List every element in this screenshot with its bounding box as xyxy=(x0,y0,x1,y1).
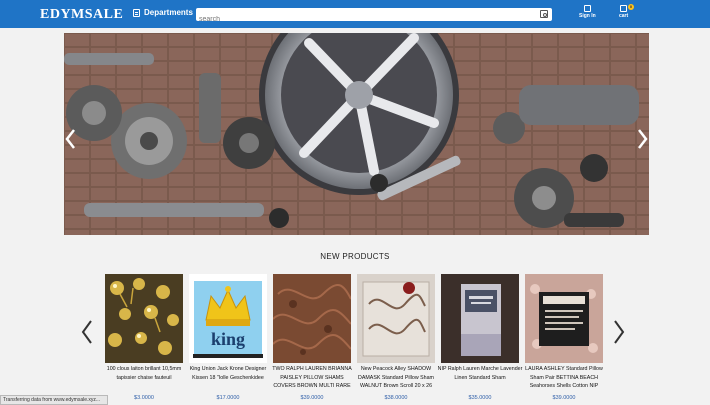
product-name[interactable]: 100 clous laiton brillant 10,5mm tapissi… xyxy=(101,365,187,382)
cart-label: cart xyxy=(619,13,629,19)
carousel-prev-arrow[interactable] xyxy=(80,319,94,345)
browser-status-bar: Transferring data from www.edymsale.xyz.… xyxy=(0,395,108,405)
product-name[interactable]: NIP Ralph Lauren Marche Lavender Linen S… xyxy=(437,365,523,382)
product-price: $35.0000 xyxy=(468,395,492,401)
product-price: $3.0000 xyxy=(134,395,154,401)
departments-icon xyxy=(133,8,140,17)
search-input[interactable] xyxy=(196,13,526,26)
product-price: $39.0000 xyxy=(300,395,324,401)
product-card[interactable]: New Peacock Alley SHADOW DAMASK Standard… xyxy=(357,274,437,405)
hero-prev-arrow[interactable] xyxy=(64,128,78,150)
cart-icon xyxy=(620,5,628,12)
carousel-next-arrow[interactable] xyxy=(612,319,626,345)
sign-in-label: Sign In xyxy=(579,13,596,19)
section-title: NEW PRODUCTS xyxy=(320,252,390,261)
product-card[interactable]: LAURA ASHLEY Standard Pillow Sham Pair B… xyxy=(525,274,605,405)
product-image[interactable] xyxy=(357,274,435,363)
product-image[interactable]: king xyxy=(189,274,267,363)
product-image[interactable] xyxy=(441,274,519,363)
product-name[interactable]: LAURA ASHLEY Standard Pillow Sham Pair B… xyxy=(521,365,607,391)
site-logo[interactable]: EDYMSALE xyxy=(40,7,123,23)
product-card[interactable]: NIP Ralph Lauren Marche Lavender Linen S… xyxy=(438,274,522,405)
product-name[interactable]: King Union Jack Krone Designer Kissen 18… xyxy=(185,365,271,382)
product-price: $39.0000 xyxy=(552,395,576,401)
product-image[interactable] xyxy=(105,274,183,363)
product-price: $17.0000 xyxy=(216,395,240,401)
cart-button[interactable]: 0 cart xyxy=(619,4,634,19)
product-image[interactable] xyxy=(525,274,603,363)
sign-in-button[interactable]: Sign In xyxy=(579,5,596,19)
product-card[interactable]: king King Union Jack Krone Designer Kiss… xyxy=(189,274,269,405)
product-card[interactable]: 100 clous laiton brillant 10,5mm tapissi… xyxy=(105,274,185,405)
cart-count-badge: 0 xyxy=(628,4,634,10)
user-icon xyxy=(583,5,591,12)
hero-next-arrow[interactable] xyxy=(635,128,649,150)
hero-banner-image[interactable] xyxy=(64,33,649,235)
product-name[interactable]: New Peacock Alley SHADOW DAMASK Standard… xyxy=(353,365,439,391)
svg-text:king: king xyxy=(211,329,245,349)
departments-menu-button[interactable]: Departments xyxy=(133,8,193,17)
product-image[interactable] xyxy=(273,274,351,363)
departments-label: Departments xyxy=(144,8,193,17)
search-icon[interactable] xyxy=(540,10,548,18)
search-bar xyxy=(196,8,552,26)
product-price: $38.0000 xyxy=(384,395,408,401)
product-card[interactable]: TWO RALPH LAUREN BRIANNA PAISLEY PILLOW … xyxy=(272,274,353,405)
product-name[interactable]: TWO RALPH LAUREN BRIANNA PAISLEY PILLOW … xyxy=(269,365,355,391)
